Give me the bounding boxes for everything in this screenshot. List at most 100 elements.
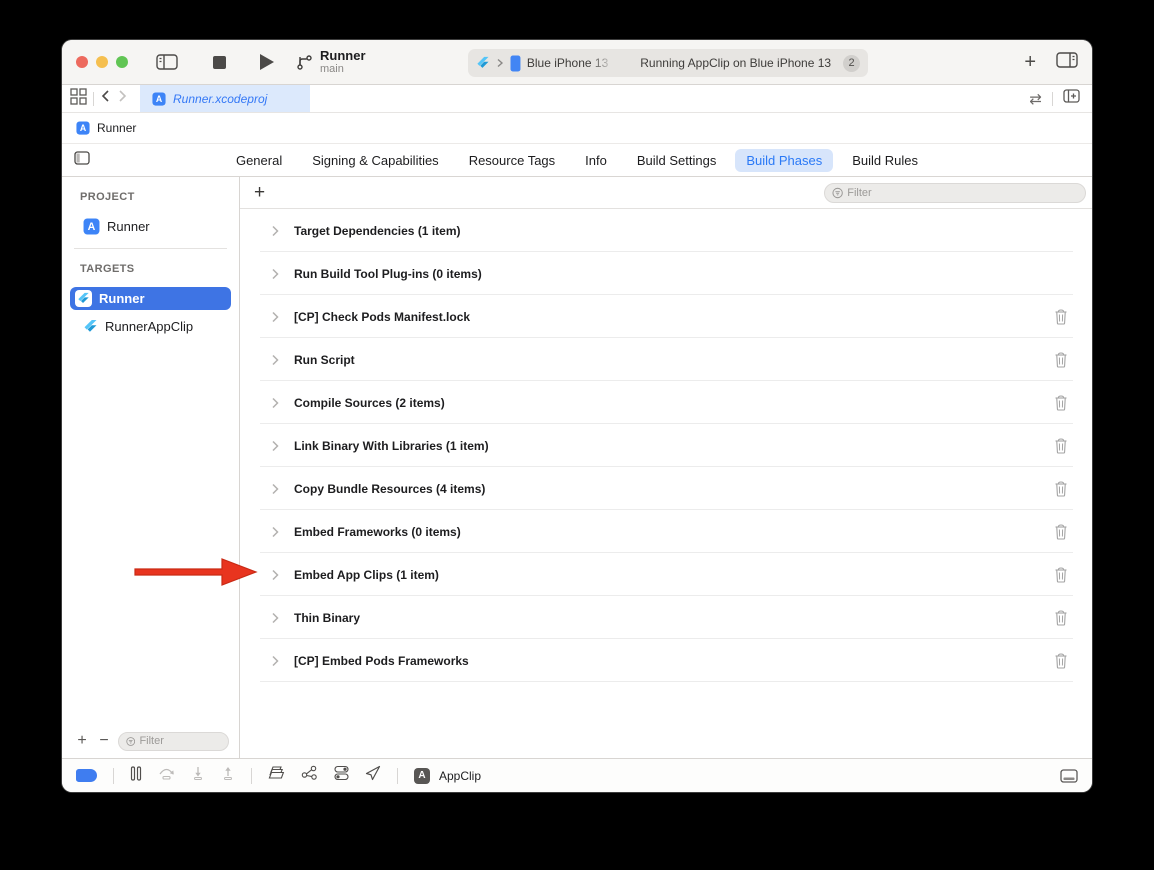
step-into-button[interactable] — [191, 766, 205, 785]
activity-status-bar[interactable]: Blue iPhone 13 Running AppClip on Blue i… — [468, 49, 868, 77]
step-out-button[interactable] — [221, 766, 235, 785]
toggle-project-sidebar-button[interactable] — [74, 150, 90, 170]
build-phase-row-7[interactable]: Embed Frameworks (0 items) — [240, 510, 1092, 553]
flutter-target-icon — [84, 319, 97, 332]
simulate-location-button[interactable] — [365, 765, 381, 786]
disclosure-chevron-icon[interactable] — [271, 440, 279, 452]
view-hierarchy-icon — [268, 766, 285, 779]
tab-build-phases[interactable]: Build Phases — [735, 148, 834, 172]
jump-bar[interactable]: A Runner — [62, 113, 1092, 144]
tab-signing-capabilities[interactable]: Signing & Capabilities — [301, 149, 449, 172]
view-hierarchy-button[interactable] — [268, 765, 285, 786]
editor-tab-runner-xcodeproj[interactable]: A Runner.xcodeproj — [140, 85, 310, 112]
sidebar-footer: + − — [62, 730, 239, 758]
build-phase-row-1[interactable]: Run Build Tool Plug-ins (0 items) — [240, 252, 1092, 295]
build-phase-row-0[interactable]: Target Dependencies (1 item) — [240, 209, 1092, 252]
filter-icon — [126, 736, 136, 746]
close-window-button[interactable] — [76, 56, 88, 68]
disclosure-chevron-icon[interactable] — [271, 655, 279, 667]
scheme-selector[interactable]: Runner main — [296, 48, 366, 76]
trash-icon — [1055, 351, 1067, 368]
trash-icon — [1055, 652, 1067, 669]
scheme-branch: main — [320, 63, 344, 76]
step-over-button[interactable] — [158, 766, 175, 785]
run-destination-label[interactable]: Blue iPhone 13 — [527, 56, 608, 70]
environment-overrides-button[interactable] — [334, 765, 349, 786]
toggle-inspector-button[interactable] — [1056, 51, 1078, 73]
step-out-icon — [224, 767, 232, 780]
stop-button[interactable] — [202, 47, 236, 77]
tab-info[interactable]: Info — [574, 149, 618, 172]
build-phase-row-10[interactable]: [CP] Embed Pods Frameworks — [240, 639, 1092, 682]
toggle-debug-area-button[interactable] — [1060, 768, 1078, 783]
memory-graph-button[interactable] — [301, 765, 318, 786]
go-forward-button[interactable] — [117, 89, 128, 108]
tab-resource-tags[interactable]: Resource Tags — [458, 149, 566, 172]
build-phase-row-2[interactable]: [CP] Check Pods Manifest.lock — [240, 295, 1092, 338]
disclosure-chevron-icon[interactable] — [271, 612, 279, 624]
build-phase-row-8[interactable]: Embed App Clips (1 item) — [240, 553, 1092, 596]
disclosure-chevron-icon[interactable] — [271, 569, 279, 581]
project-item-label: Runner — [107, 219, 150, 234]
add-build-phase-button[interactable]: + — [254, 183, 265, 202]
tab-build-settings[interactable]: Build Settings — [626, 149, 728, 172]
activity-status-text: Running AppClip on Blue iPhone 13 — [640, 56, 832, 70]
build-phase-row-3[interactable]: Run Script — [240, 338, 1092, 381]
go-back-button[interactable] — [100, 89, 111, 108]
delete-phase-button[interactable] — [1054, 652, 1068, 669]
delete-phase-button[interactable] — [1054, 609, 1068, 626]
run-button[interactable] — [250, 47, 284, 77]
toggle-navigator-button[interactable] — [150, 47, 184, 77]
tab-build-rules[interactable]: Build Rules — [841, 149, 929, 172]
delete-phase-button[interactable] — [1054, 480, 1068, 497]
build-phase-row-4[interactable]: Compile Sources (2 items) — [240, 381, 1092, 424]
disclosure-chevron-icon[interactable] — [271, 483, 279, 495]
git-branch-icon — [297, 55, 312, 70]
jump-bar-project-label[interactable]: Runner — [97, 121, 136, 135]
disclosure-chevron-icon[interactable] — [271, 311, 279, 323]
disclosure-chevron-icon[interactable] — [271, 526, 279, 538]
sidebar-item-target-runner[interactable]: Runner — [70, 287, 231, 310]
add-target-button[interactable]: + — [74, 733, 90, 749]
delete-phase-button[interactable] — [1054, 437, 1068, 454]
related-items-button[interactable] — [70, 87, 87, 110]
sidebar-filter-field[interactable] — [118, 731, 229, 751]
build-phase-row-9[interactable]: Thin Binary — [240, 596, 1092, 639]
sidebar-filter-input[interactable] — [139, 735, 221, 747]
sidebar-item-target-runnerappclip[interactable]: RunnerAppClip — [70, 315, 231, 338]
build-phases-filter-input[interactable] — [847, 186, 1078, 199]
disclosure-chevron-icon[interactable] — [271, 225, 279, 237]
issue-count-badge[interactable]: 2 — [843, 54, 860, 72]
disclosure-chevron-icon[interactable] — [271, 354, 279, 366]
remove-target-button[interactable]: − — [96, 733, 112, 749]
flutter-target-icon — [75, 290, 92, 307]
delete-phase-button[interactable] — [1054, 523, 1068, 540]
add-tab-button[interactable]: + — [1024, 52, 1036, 73]
add-editor-button[interactable] — [1063, 89, 1080, 108]
pause-button[interactable] — [130, 765, 142, 786]
trash-icon — [1055, 566, 1067, 583]
divider — [113, 767, 114, 784]
build-phase-row-5[interactable]: Link Binary With Libraries (1 item) — [240, 424, 1092, 467]
breakpoints-toggle-button[interactable] — [76, 769, 97, 782]
sidebar-left-icon — [156, 54, 178, 70]
tab-general[interactable]: General — [225, 149, 293, 172]
delete-phase-button[interactable] — [1054, 308, 1068, 325]
sidebar-item-project-runner[interactable]: A Runner — [70, 215, 231, 238]
debug-process-selector[interactable]: A AppClip — [414, 767, 481, 784]
delete-phase-button[interactable] — [1054, 351, 1068, 368]
disclosure-chevron-icon[interactable] — [271, 268, 279, 280]
delete-phase-button[interactable] — [1054, 394, 1068, 411]
sidebar-toggle-icon — [74, 150, 90, 165]
build-phases-filter-field[interactable] — [824, 182, 1086, 203]
delete-phase-button[interactable] — [1054, 566, 1068, 583]
chevron-right-icon — [497, 58, 503, 68]
disclosure-chevron-icon[interactable] — [271, 397, 279, 409]
minimize-window-button[interactable] — [96, 56, 108, 68]
build-phase-row-6[interactable]: Copy Bundle Resources (4 items) — [240, 467, 1092, 510]
swap-editors-icon[interactable]: ⇄ — [1029, 90, 1042, 108]
flutter-icon — [477, 56, 489, 68]
project-icon: A — [76, 121, 90, 135]
zoom-window-button[interactable] — [116, 56, 128, 68]
svg-text:A: A — [156, 94, 163, 104]
